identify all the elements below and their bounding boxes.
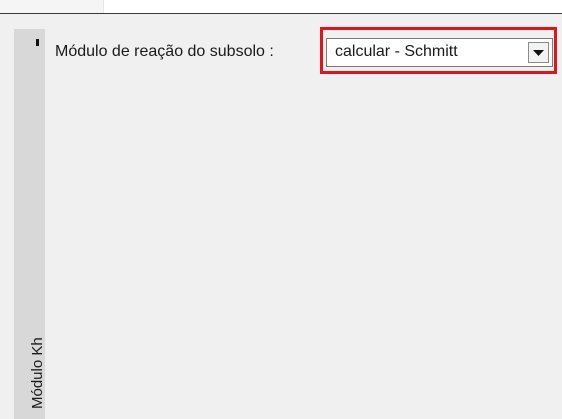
top-tab[interactable] — [0, 0, 104, 14]
vertical-tab-label: Módulo Kh — [29, 337, 46, 409]
subgrade-modulus-dropdown[interactable]: calcular - Schmitt — [326, 38, 553, 67]
top-divider — [0, 13, 562, 14]
tab-marker-icon — [36, 39, 39, 46]
vertical-tab-modulo-kh[interactable]: Módulo Kh — [14, 29, 46, 419]
subgrade-modulus-label: Módulo de reação do subsolo : — [55, 43, 274, 60]
dropdown-button[interactable] — [528, 42, 549, 63]
chevron-down-icon — [533, 49, 544, 56]
top-tab-strip — [0, 0, 562, 14]
dropdown-selected-value: calcular - Schmitt — [335, 43, 458, 60]
